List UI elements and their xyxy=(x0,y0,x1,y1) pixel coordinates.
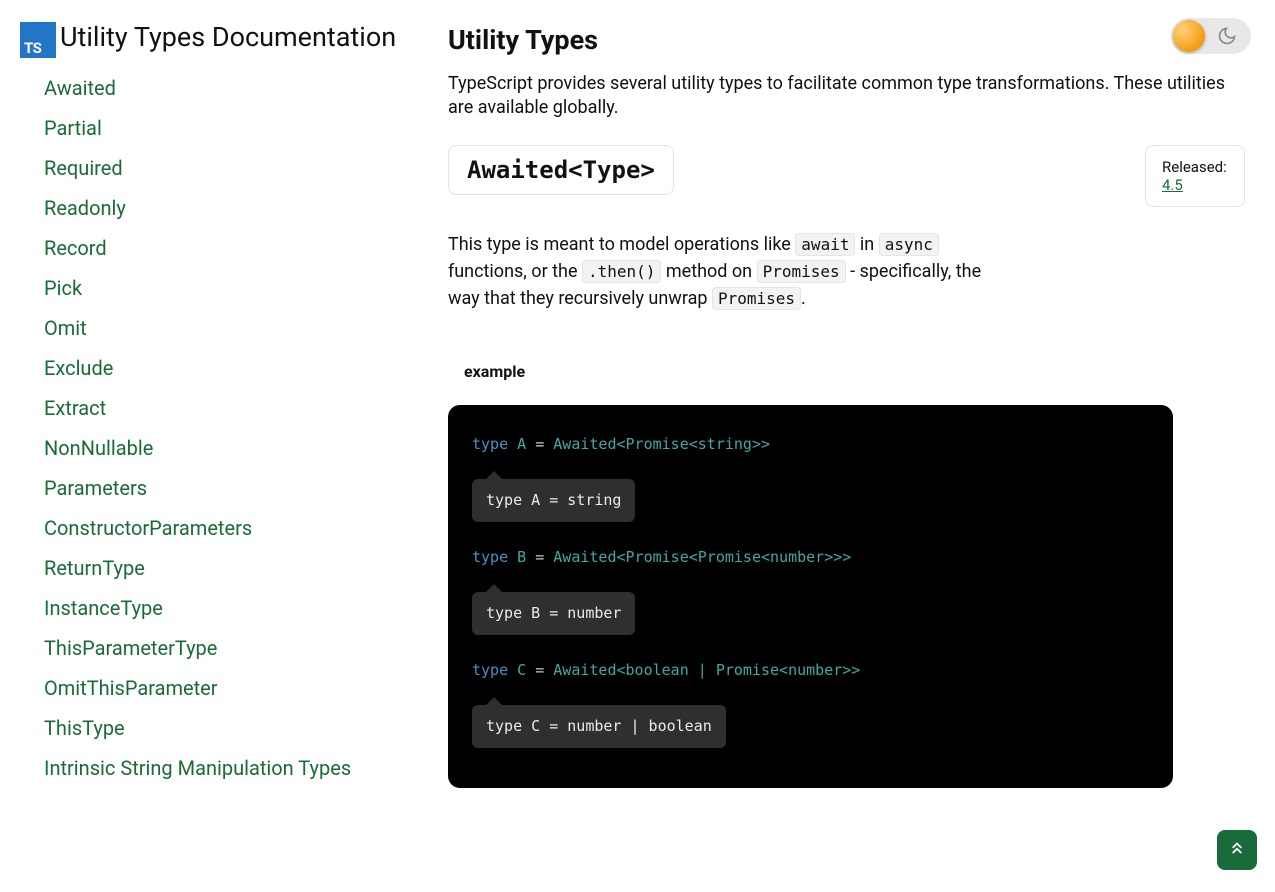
nav-item-instancetype[interactable]: InstanceType xyxy=(44,596,163,620)
nav-item-nonnullable[interactable]: NonNullable xyxy=(44,436,153,460)
release-box: Released: 4.5 xyxy=(1145,145,1245,207)
inline-code-await: await xyxy=(795,233,855,256)
nav-item-returntype[interactable]: ReturnType xyxy=(44,556,145,580)
nav-item-pick[interactable]: Pick xyxy=(44,276,82,300)
sidebar: TS Utility Types Documentation Awaited P… xyxy=(0,0,430,892)
moon-icon xyxy=(1205,26,1249,46)
nav-item-record[interactable]: Record xyxy=(44,236,107,260)
nav-item-omitthisparameter[interactable]: OmitThisParameter xyxy=(44,676,218,700)
nav-item-constructorparameters[interactable]: ConstructorParameters xyxy=(44,516,252,540)
scroll-to-top-button[interactable] xyxy=(1217,830,1257,870)
inline-code-promises-2: Promises xyxy=(712,287,801,310)
nav-item-parameters[interactable]: Parameters xyxy=(44,476,147,500)
sun-icon xyxy=(1173,20,1205,52)
released-label: Released: xyxy=(1162,158,1228,176)
logo-text: TS xyxy=(24,41,41,56)
intro-text: TypeScript provides several utility type… xyxy=(448,72,1245,121)
nav-item-thistype[interactable]: ThisType xyxy=(44,716,125,740)
sidebar-nav: Awaited Partial Required Readonly Record… xyxy=(20,68,410,788)
nav-item-intrinsic-string[interactable]: Intrinsic String Manipulation Types xyxy=(44,756,351,780)
nav-item-partial[interactable]: Partial xyxy=(44,116,102,140)
nav-item-required[interactable]: Required xyxy=(44,156,123,180)
inline-code-async: async xyxy=(879,233,939,256)
main-content: Utility Types TypeScript provides severa… xyxy=(430,0,1275,892)
nav-item-thisparametertype[interactable]: ThisParameterType xyxy=(44,636,217,660)
nav-item-readonly[interactable]: Readonly xyxy=(44,196,126,220)
nav-item-awaited[interactable]: Awaited xyxy=(44,76,116,100)
nav-item-omit[interactable]: Omit xyxy=(44,316,87,340)
nav-item-extract[interactable]: Extract xyxy=(44,396,106,420)
code-line-c: type C = Awaited<boolean | Promise<numbe… xyxy=(472,659,1149,682)
inline-code-promises-1: Promises xyxy=(757,260,846,283)
code-block: type A = Awaited<Promise<string>> type A… xyxy=(448,405,1173,788)
theme-toggle[interactable] xyxy=(1171,18,1251,54)
nav-item-exclude[interactable]: Exclude xyxy=(44,356,113,380)
tooltip-a: type A = string xyxy=(472,479,635,522)
chevron-double-up-icon xyxy=(1228,839,1246,862)
code-line-b: type B = Awaited<Promise<Promise<number>… xyxy=(472,546,1149,569)
tooltip-b: type B = number xyxy=(472,592,635,635)
example-label: example xyxy=(464,362,1245,381)
sidebar-title: Utility Types Documentation xyxy=(60,18,396,57)
type-heading-awaited: Awaited<Type> xyxy=(448,145,674,195)
page-title: Utility Types xyxy=(448,24,1245,56)
code-line-a: type A = Awaited<Promise<string>> xyxy=(472,433,1149,456)
tooltip-c: type C = number | boolean xyxy=(472,705,726,748)
inline-code-then: .then() xyxy=(582,260,661,283)
typescript-logo: TS xyxy=(20,22,56,58)
section-body: This type is meant to model operations l… xyxy=(448,231,1008,312)
released-version-link[interactable]: 4.5 xyxy=(1162,176,1183,194)
